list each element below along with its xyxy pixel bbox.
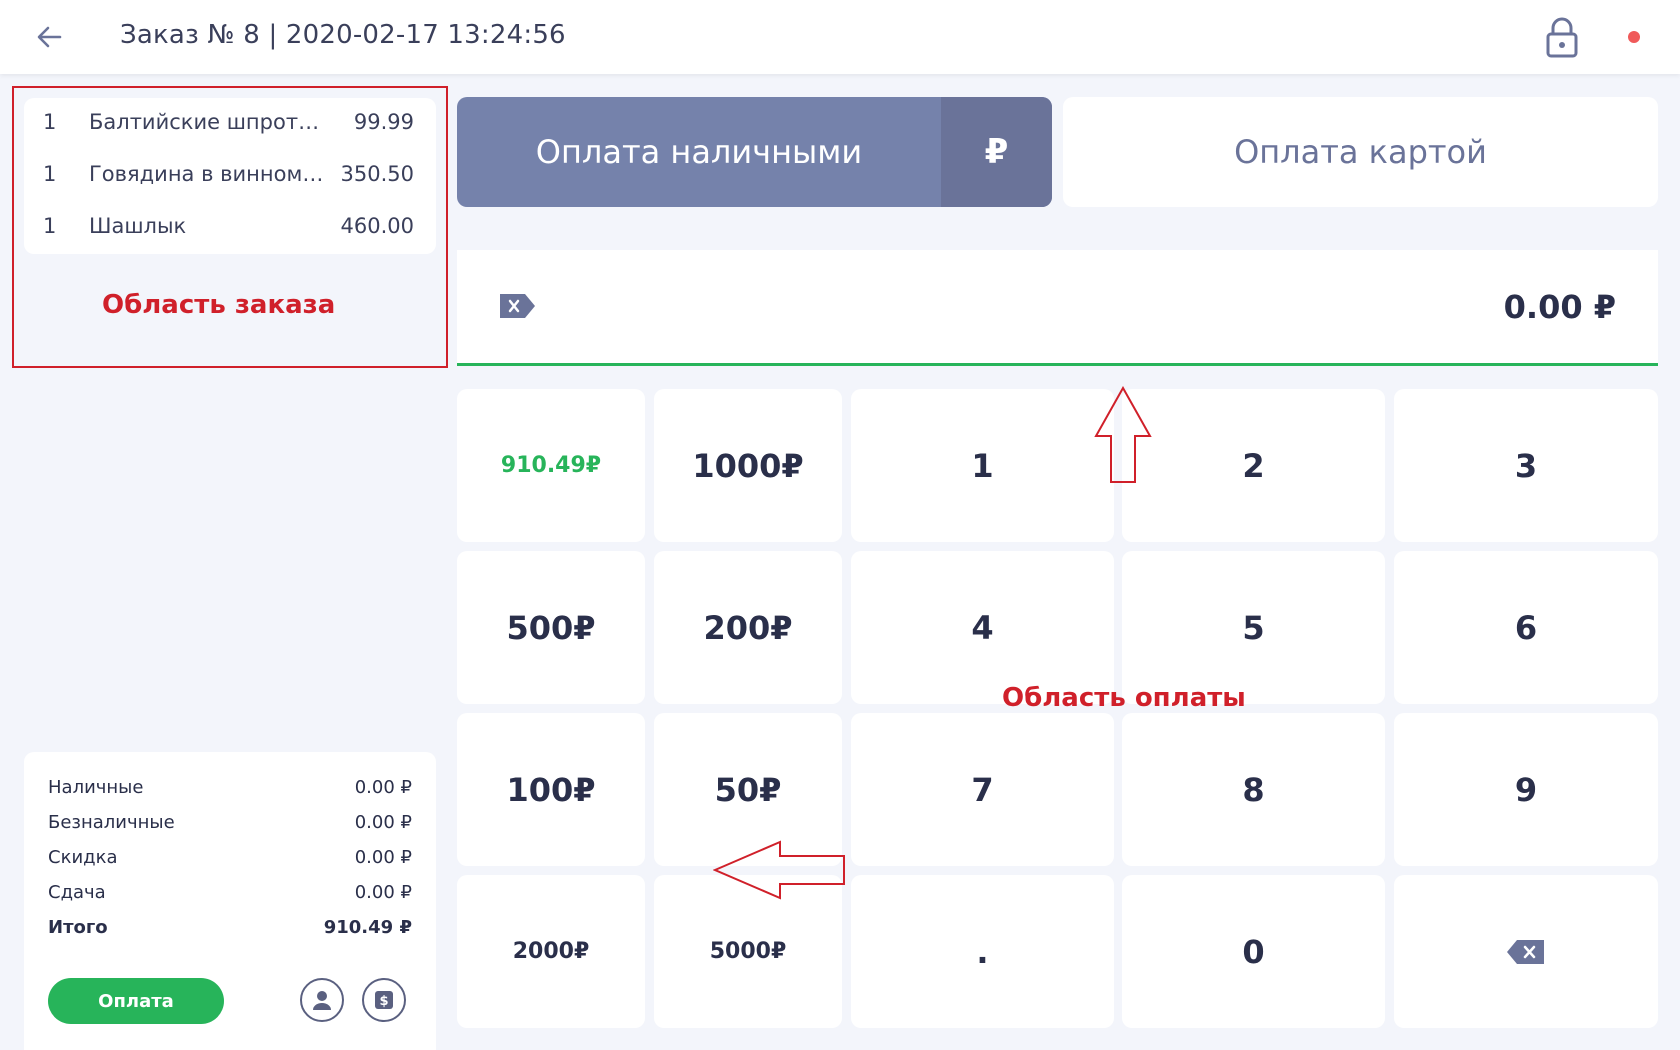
amount-input[interactable]: 0.00 ₽: [457, 250, 1658, 366]
quick-amount-button[interactable]: 910.49₽: [457, 389, 645, 542]
digit-key[interactable]: 3: [1394, 389, 1658, 542]
summary-label: Скидка: [48, 847, 118, 868]
summary-value: 0.00 ₽: [354, 847, 412, 868]
summary-label: Сдача: [48, 882, 106, 903]
pay-button[interactable]: Оплата: [48, 978, 224, 1024]
backspace-icon: [1507, 939, 1544, 964]
cash-payment-button[interactable]: Оплата наличными ₽: [457, 97, 1052, 207]
left-arrow-annotation: [713, 840, 845, 900]
quick-amount-button[interactable]: 2000₽: [457, 875, 645, 1028]
ruble-icon: ₽: [941, 97, 1052, 207]
amount-value: 0.00 ₽: [1503, 288, 1616, 326]
digit-key[interactable]: 7: [851, 713, 1114, 866]
digit-key[interactable]: 2: [1122, 389, 1385, 542]
summary-label: Наличные: [48, 777, 144, 798]
backspace-key[interactable]: [1394, 875, 1658, 1028]
summary-label: Безналичные: [48, 812, 175, 833]
order-title: Заказ № 8 | 2020-02-17 13:24:56: [120, 20, 566, 50]
summary-label: Итого: [48, 917, 108, 938]
quick-amount-button[interactable]: 1000₽: [654, 389, 842, 542]
quick-amount-button[interactable]: 500₽: [457, 551, 645, 704]
user-icon: [313, 991, 331, 1010]
order-summary: Наличные 0.00 ₽ Безналичные 0.00 ₽ Скидк…: [24, 752, 436, 1050]
summary-value: 0.00 ₽: [354, 777, 412, 798]
digit-key[interactable]: 9: [1394, 713, 1658, 866]
summary-value: 0.00 ₽: [354, 882, 412, 903]
card-payment-button[interactable]: Оплата картой: [1063, 97, 1658, 207]
order-area-annotation: Область заказа: [102, 290, 336, 320]
svg-text:$: $: [379, 994, 388, 1009]
digit-key[interactable]: 8: [1122, 713, 1385, 866]
money-button[interactable]: $: [362, 978, 406, 1022]
digit-key[interactable]: 1: [851, 389, 1114, 542]
top-bar: Заказ № 8 | 2020-02-17 13:24:56: [0, 0, 1680, 74]
decimal-key[interactable]: .: [851, 875, 1114, 1028]
banknote-icon: $: [375, 991, 393, 1009]
customer-button[interactable]: [300, 978, 344, 1022]
lock-icon[interactable]: [1543, 16, 1581, 58]
summary-value: 910.49 ₽: [323, 917, 412, 938]
digit-key[interactable]: 0: [1122, 875, 1385, 1028]
clear-tag-icon[interactable]: [497, 291, 537, 321]
order-area-highlight: [12, 86, 448, 368]
status-indicator: [1628, 31, 1640, 43]
up-arrow-annotation: [1094, 386, 1152, 483]
payment-area-annotation: Область оплаты: [1002, 683, 1246, 713]
cash-payment-label: Оплата наличными: [535, 133, 863, 171]
digit-key[interactable]: 5: [1122, 551, 1385, 704]
quick-amount-button[interactable]: 100₽: [457, 713, 645, 866]
digit-key[interactable]: 4: [851, 551, 1114, 704]
quick-amount-button[interactable]: 200₽: [654, 551, 842, 704]
digit-key[interactable]: 6: [1394, 551, 1658, 704]
summary-value: 0.00 ₽: [354, 812, 412, 833]
arrow-left-icon[interactable]: [34, 22, 64, 52]
